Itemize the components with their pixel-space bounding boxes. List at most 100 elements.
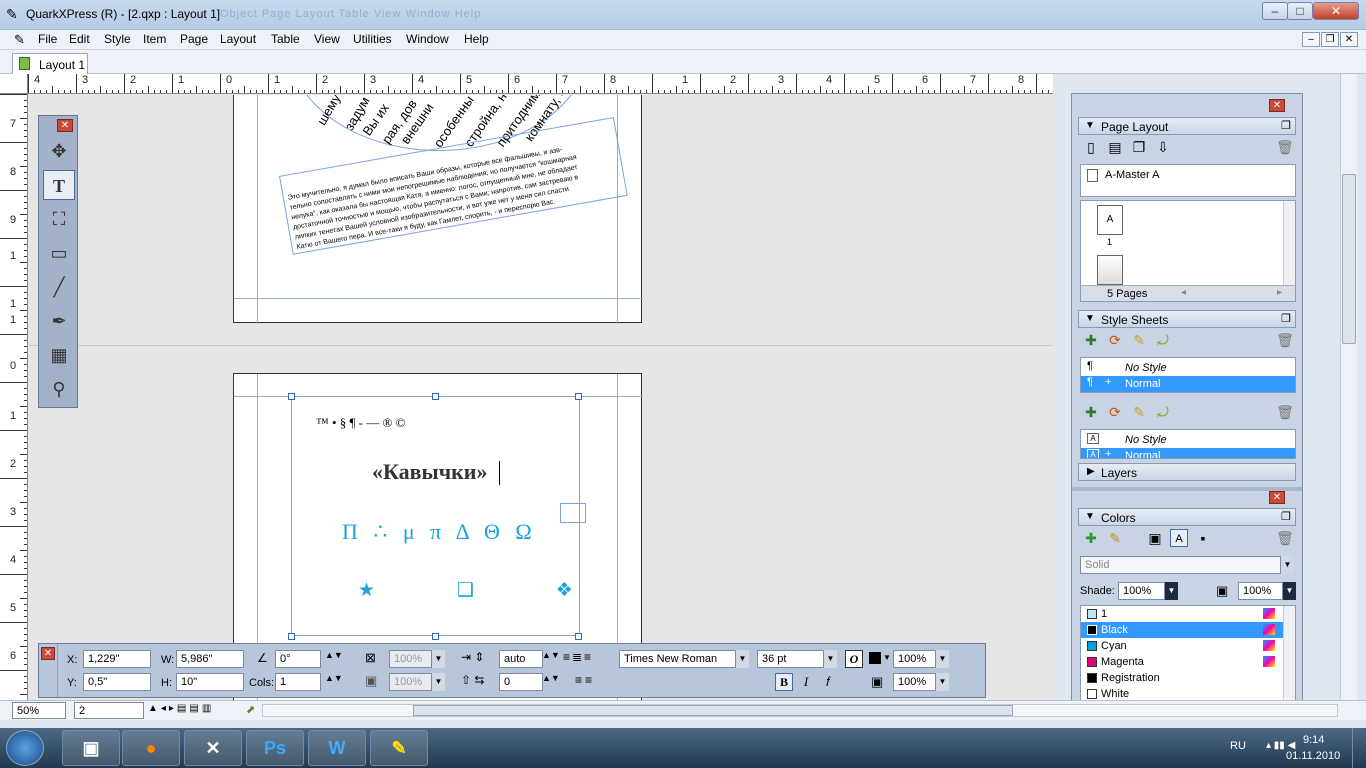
layout-canvas[interactable]: шему задум Вы их рая, дов внешни особенн… — [29, 95, 1053, 700]
minimize-button[interactable]: – — [1262, 2, 1288, 20]
page-field[interactable]: 2 — [74, 702, 144, 719]
duplicate-style-icon[interactable]: ⤾ — [1154, 331, 1172, 349]
menu-file[interactable]: File — [38, 32, 57, 46]
background-color-icon[interactable]: ▪ — [1194, 529, 1212, 547]
page-layout-header[interactable]: ▼ Page Layout ❐ — [1078, 117, 1296, 135]
chevron-down-icon[interactable]: ▼ — [1164, 582, 1178, 600]
tracking-field[interactable]: 0 — [499, 673, 543, 691]
font-select[interactable]: Times New Roman — [619, 650, 749, 668]
menu-help[interactable]: Help — [464, 32, 489, 46]
color-row[interactable]: White — [1081, 686, 1283, 700]
bold-button[interactable]: B — [775, 673, 793, 691]
insert-icon[interactable]: ⇩ — [1154, 138, 1172, 156]
tab-layout-1[interactable]: Layout 1 — [12, 53, 88, 74]
clock-date[interactable]: 01.11.2010 — [1286, 750, 1340, 762]
close-icon[interactable]: ✕ — [57, 119, 73, 132]
doc-minimize-button[interactable]: – — [1302, 32, 1320, 47]
page-1[interactable]: шему задум Вы их рая, дов внешни особенн… — [233, 95, 643, 324]
photoshop-icon[interactable]: Ps — [246, 730, 304, 766]
palette-menu-icon[interactable]: ❐ — [1281, 510, 1291, 523]
chevron-down-icon[interactable]: ▼ — [735, 650, 749, 668]
list-item[interactable]: A + Normal — [1081, 448, 1295, 458]
maximize-button[interactable]: □ — [1287, 2, 1313, 20]
trash-icon[interactable]: 🗑 — [1276, 529, 1294, 547]
vertical-scrollbar[interactable] — [1340, 74, 1357, 700]
zoom-field[interactable]: 50% — [12, 702, 66, 719]
doc-restore-button[interactable]: ❐ — [1321, 32, 1339, 47]
close-icon[interactable]: ✕ — [1269, 99, 1285, 112]
text-icon[interactable]: T — [43, 170, 75, 200]
chevron-down-icon[interactable]: ▼ — [935, 650, 949, 668]
text-color-icon[interactable]: O — [845, 650, 863, 668]
menu-table[interactable]: Table — [271, 32, 300, 46]
box-icon[interactable]: ▭ — [43, 238, 75, 268]
chevron-down-icon[interactable]: ▼ — [935, 673, 949, 691]
scrollbar[interactable] — [1283, 201, 1295, 285]
scroll-thumb[interactable] — [413, 705, 1013, 716]
h-field[interactable]: 10" — [176, 673, 244, 691]
horizontal-ruler[interactable]: 4 3 2 1 0 1 2 3 4 5 6 7 8 1 2 3 4 5 6 7 … — [28, 74, 1053, 94]
italic-button[interactable]: I — [797, 673, 815, 691]
chevron-down-icon[interactable]: ▼ — [1282, 582, 1296, 600]
menu-utilities[interactable]: Utilities — [353, 32, 392, 46]
menu-item[interactable]: Item — [143, 32, 166, 46]
color-row[interactable]: Black — [1081, 622, 1283, 638]
leading-field[interactable]: auto — [499, 650, 543, 668]
menu-window[interactable]: Window — [406, 32, 449, 46]
y-field[interactable]: 0,5" — [83, 673, 151, 691]
scroll-thumb[interactable] — [1342, 174, 1356, 344]
color-row[interactable]: 1 — [1081, 606, 1283, 622]
chevron-down-icon[interactable]: ▼ — [1280, 556, 1294, 574]
palette-menu-icon[interactable]: ❐ — [1281, 119, 1291, 132]
stepper-icon[interactable]: ▲▼ — [325, 673, 343, 683]
word-icon[interactable]: W — [308, 730, 366, 766]
edit-style-icon[interactable]: ⟳ — [1106, 403, 1124, 421]
edit-style-icon[interactable]: ⟳ — [1106, 331, 1124, 349]
text-color-icon[interactable]: A — [1170, 529, 1188, 547]
ruler-origin[interactable] — [0, 74, 28, 94]
trash-icon[interactable]: 🗑 — [1276, 138, 1294, 156]
style-sheets-header[interactable]: ▼ Style Sheets ❐ — [1078, 310, 1296, 328]
layers-header[interactable]: ▶ Layers — [1078, 463, 1296, 481]
page-thumbnail[interactable] — [1097, 255, 1123, 285]
new-color-icon[interactable]: ✚ — [1082, 529, 1100, 547]
new-style-icon[interactable]: ✚ — [1082, 331, 1100, 349]
justify-icons[interactable]: ≡≡ — [575, 673, 595, 687]
resize-handle[interactable] — [288, 633, 295, 640]
resize-handle[interactable] — [432, 393, 439, 400]
pencil-icon[interactable]: ✎ — [1106, 529, 1124, 547]
new-char-style-icon[interactable]: ✚ — [1082, 403, 1100, 421]
page-nav-icons[interactable]: ▲◂▸▤▤▥ — [148, 703, 214, 714]
doc-close-button[interactable]: ✕ — [1340, 32, 1358, 47]
frame-color-icon[interactable]: ▣ — [1146, 529, 1164, 547]
xbox-icon[interactable]: ✕ — [184, 730, 242, 766]
list-item[interactable]: A No Style — [1081, 432, 1295, 448]
master-name[interactable]: A-Master A — [1105, 169, 1159, 181]
selected-text-box[interactable]: ™ • § ¶ - — ® © «Кавычки» Π ∴ μ π Δ Θ Ω … — [288, 393, 586, 640]
resize-handle[interactable] — [575, 633, 582, 640]
duplicate-style-icon[interactable]: ⤾ — [1154, 403, 1172, 421]
close-icon[interactable]: ✕ — [1269, 491, 1285, 504]
scrollbar[interactable] — [1283, 606, 1295, 700]
angle-field[interactable]: 0° — [275, 650, 321, 668]
page-thumbnail[interactable]: A — [1097, 205, 1123, 235]
vertical-ruler[interactable]: 7 8 9 1 1 1 0 1 2 3 4 5 6 — [0, 94, 28, 700]
resize-handle[interactable] — [432, 633, 439, 640]
menu-layout[interactable]: Layout — [220, 32, 256, 46]
menu-edit[interactable]: Edit — [69, 32, 90, 46]
trash-icon[interactable]: 🗑 — [1276, 403, 1294, 421]
export-icon[interactable]: ⬈ — [246, 703, 255, 716]
fill-type-select[interactable]: Solid — [1080, 556, 1294, 574]
move-icon[interactable]: ✥ — [43, 136, 75, 166]
scroll-left-icon[interactable]: ◂ — [1181, 287, 1186, 298]
resize-handle[interactable] — [575, 393, 582, 400]
menu-style[interactable]: Style — [104, 32, 131, 46]
language-indicator[interactable]: RU — [1230, 740, 1246, 752]
close-button[interactable]: ✕ — [1313, 2, 1359, 20]
close-icon[interactable]: ✕ — [41, 647, 55, 660]
pencil-icon[interactable]: ✎ — [1130, 403, 1148, 421]
style-fx-button[interactable]: 𝑓 — [819, 673, 837, 691]
show-desktop-button[interactable] — [1352, 728, 1366, 768]
menu-page[interactable]: Page — [180, 32, 208, 46]
master-page-icon[interactable]: ▤ — [1106, 138, 1124, 156]
